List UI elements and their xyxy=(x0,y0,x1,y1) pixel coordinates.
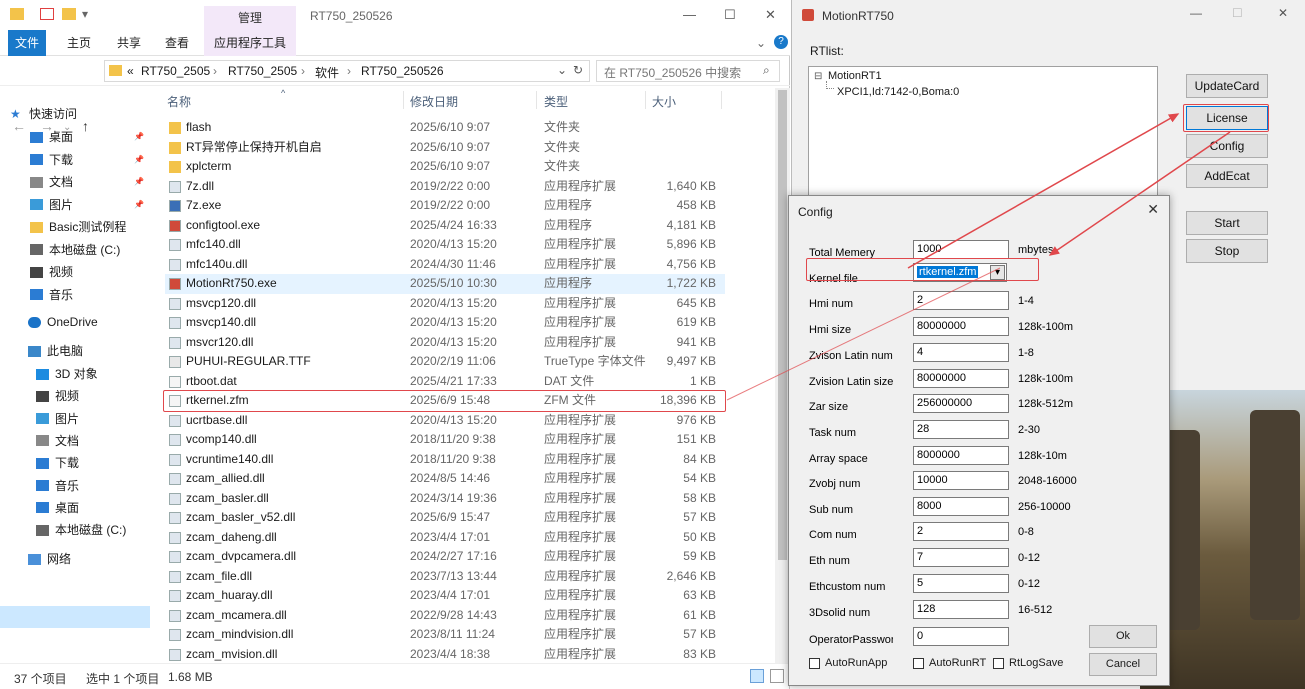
arrow-to-kernel-file xyxy=(1048,131,1231,256)
annotation-arrows xyxy=(726,113,1231,401)
arrow-line xyxy=(726,267,1001,401)
arrow-to-license xyxy=(907,113,1180,269)
